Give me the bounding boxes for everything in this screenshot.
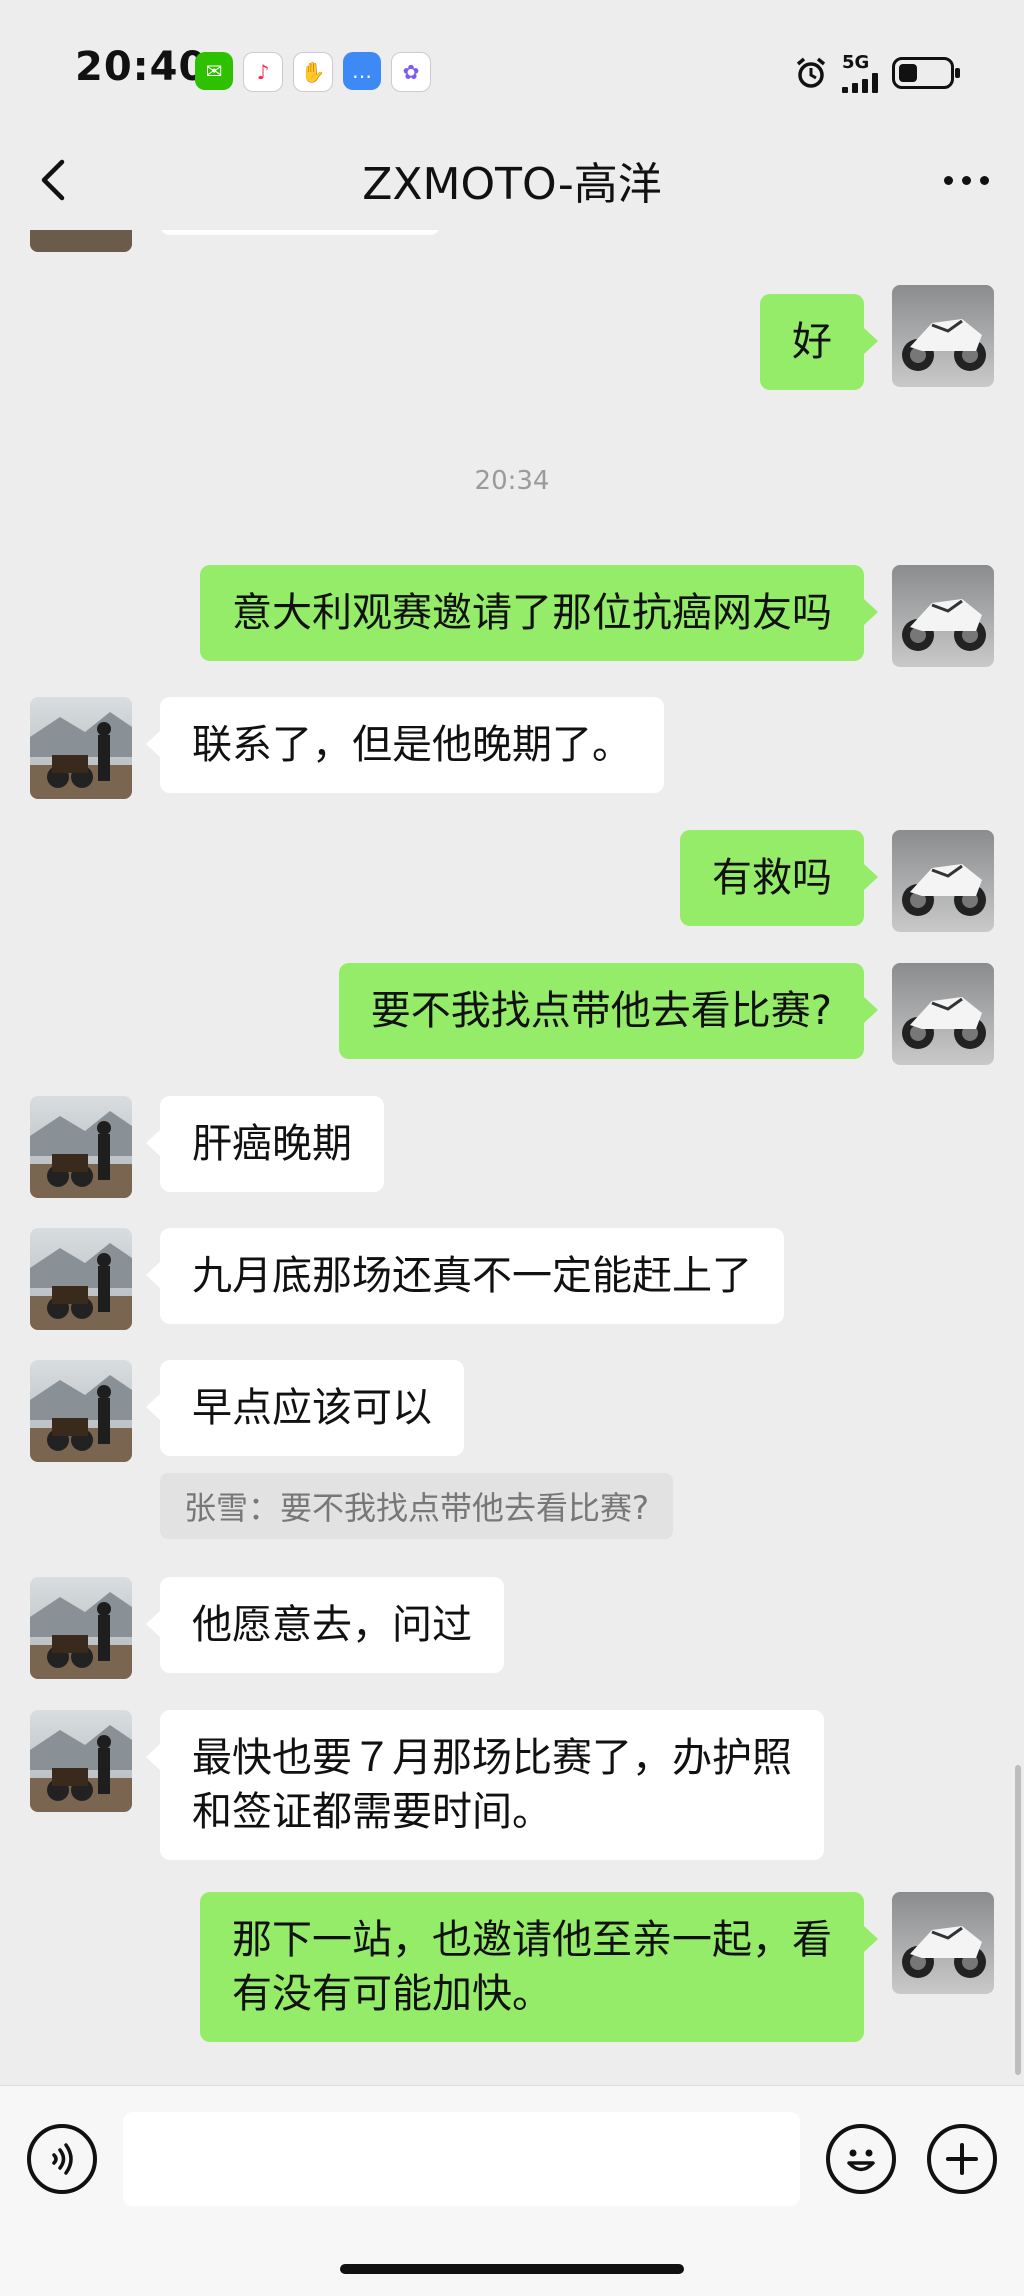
rider-avatar-icon	[30, 1096, 132, 1198]
message-bubble-partial	[160, 230, 440, 235]
rider-avatar-icon	[30, 697, 132, 799]
avatar[interactable]	[892, 830, 994, 932]
message-bubble[interactable]: 要不我找点带他去看比赛?	[338, 963, 879, 1059]
avatar[interactable]	[30, 1228, 132, 1330]
rider-avatar-icon	[30, 1228, 132, 1330]
voice-mode-icon	[52, 2143, 73, 2175]
message-line: 最快也要７月那场比赛了，办护照	[192, 1735, 792, 1781]
avatar[interactable]	[30, 1096, 132, 1198]
avatar[interactable]	[30, 1360, 132, 1462]
motorcycle-avatar-icon	[892, 830, 994, 932]
emoji-icon	[847, 2149, 875, 2172]
message-line: 有没有可能加快。	[232, 1971, 552, 2017]
hand-icon: ✋	[293, 52, 333, 92]
quoted-message[interactable]: 张雪：要不我找点带他去看比赛?	[160, 1473, 673, 1539]
message-bubble[interactable]: 早点应该可以	[146, 1360, 464, 1456]
message-bubble[interactable]: 联系了，但是他晚期了。	[146, 697, 664, 793]
motorcycle-avatar-icon	[892, 285, 994, 387]
motorcycle-avatar-icon	[892, 1892, 994, 1994]
network-label: 5G	[842, 52, 870, 73]
message-line: 和签证都需要时间。	[192, 1789, 552, 1835]
message-icon: …	[343, 52, 381, 90]
avatar[interactable]	[30, 230, 132, 252]
message-bubble[interactable]: 有救吗	[680, 830, 878, 926]
avatar[interactable]	[892, 565, 994, 667]
avatar[interactable]	[30, 1710, 132, 1812]
message-bubble[interactable]: 最快也要７月那场比赛了，办护照 和签证都需要时间。	[146, 1710, 824, 1860]
message-bubble[interactable]: 意大利观赛邀请了那位抗癌网友吗	[200, 565, 878, 661]
more-dots-icon	[943, 175, 953, 185]
message-line: 那下一站，也邀请他至亲一起，看	[232, 1917, 832, 1963]
message-bubble[interactable]: 他愿意去，问过	[146, 1577, 504, 1673]
music-icon: ♪	[243, 52, 283, 92]
message-bubble[interactable]: 九月底那场还真不一定能赶上了	[146, 1228, 784, 1324]
status-right: 5G	[794, 52, 960, 93]
chat-title: ZXMOTO-高洋	[362, 159, 662, 210]
message-bubble[interactable]: 那下一站，也邀请他至亲一起，看 有没有可能加快。	[200, 1892, 878, 2042]
avatar[interactable]	[892, 1892, 994, 1994]
motorcycle-avatar-icon	[892, 565, 994, 667]
signal-icon: 5G	[842, 52, 878, 93]
plus-icon	[946, 2143, 978, 2175]
rider-avatar-icon	[30, 1710, 132, 1812]
avatar[interactable]	[30, 1577, 132, 1679]
emoji-button[interactable]	[826, 2124, 896, 2194]
message-list[interactable]: 好 20:34 意大利观赛邀请了那位抗癌网友吗 联系了，但是他晚期了。 有救吗 …	[0, 230, 1024, 2085]
battery-icon	[892, 56, 960, 89]
message-bubble[interactable]: 肝癌晚期	[146, 1096, 384, 1192]
motorcycle-avatar-icon	[892, 963, 994, 1065]
rider-avatar-icon	[30, 1360, 132, 1462]
timestamp: 20:34	[474, 466, 550, 496]
avatar[interactable]	[892, 963, 994, 1065]
plus-button[interactable]	[927, 2124, 997, 2194]
avatar[interactable]	[30, 697, 132, 799]
message-input[interactable]	[123, 2112, 800, 2206]
avatar[interactable]	[892, 285, 994, 387]
wechat-icon: ✉	[195, 52, 233, 90]
status-time: 20:40	[75, 44, 208, 90]
more-button[interactable]	[936, 150, 996, 210]
notification-icons: ✉ ♪ ✋ … ✿	[195, 52, 431, 92]
alarm-icon	[796, 57, 826, 88]
chat-header: ZXMOTO-高洋	[0, 130, 1024, 230]
message-bubble[interactable]: 好	[760, 294, 878, 390]
home-indicator[interactable]	[340, 2264, 684, 2274]
input-bar	[0, 2085, 1024, 2296]
photos-icon: ✿	[391, 52, 431, 92]
rider-avatar-icon	[30, 1577, 132, 1679]
status-bar: 20:40 ✉ ♪ ✋ … ✿ 5G	[0, 0, 1024, 130]
scrollbar[interactable]	[1015, 1765, 1021, 2075]
voice-mode-button[interactable]	[27, 2124, 97, 2194]
